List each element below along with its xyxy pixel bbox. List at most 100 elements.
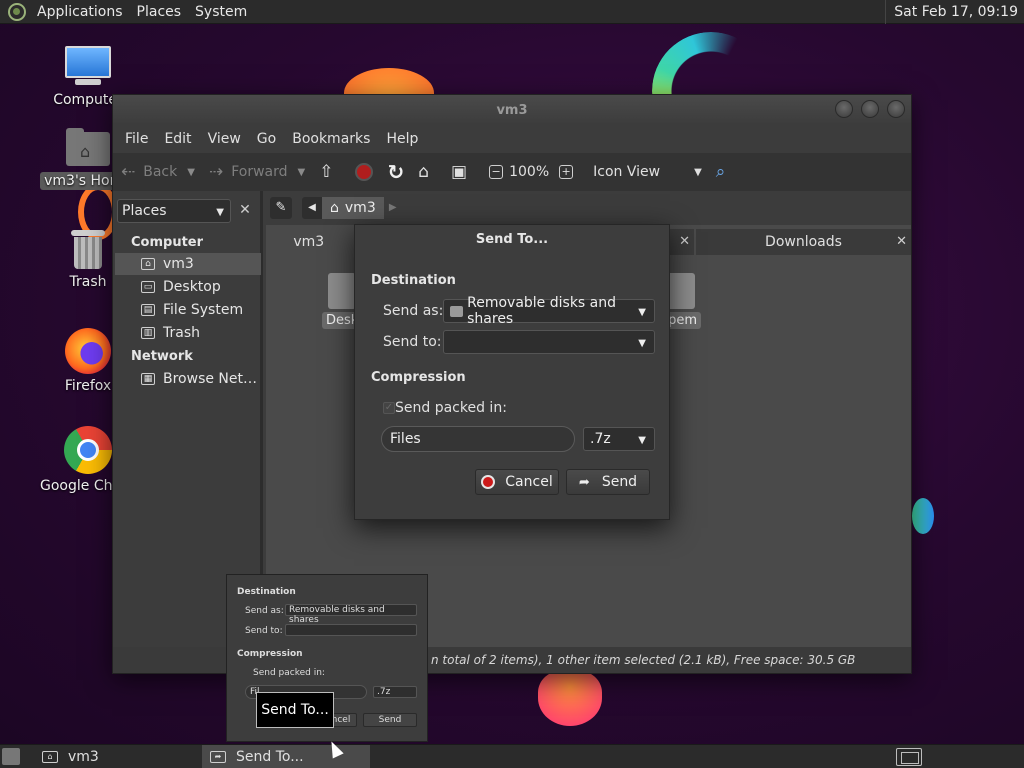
- top-panel: Applications Places System Sat Feb 17, 0…: [0, 0, 1024, 24]
- forward-button[interactable]: ⇢ Forward ▼: [209, 162, 305, 182]
- sidebar-item-file-system[interactable]: ▤ File System: [115, 299, 261, 321]
- archive-name-input[interactable]: Files: [381, 426, 575, 452]
- preview-send-to: Send to:: [245, 626, 283, 636]
- workspace-switcher[interactable]: [896, 748, 922, 766]
- home-button[interactable]: ⌂: [418, 162, 437, 182]
- send-icon: ➦: [210, 751, 226, 763]
- window-titlebar[interactable]: vm3: [113, 95, 911, 125]
- sidebar-item-browse-network[interactable]: ▦ Browse Net…: [115, 368, 261, 390]
- menu-help[interactable]: Help: [378, 131, 426, 147]
- menu-view[interactable]: View: [200, 131, 249, 147]
- clock[interactable]: Sat Feb 17, 09:19: [885, 0, 1018, 24]
- chevron-down-icon[interactable]: ▼: [187, 167, 195, 178]
- folder-icon: [328, 273, 357, 309]
- preview-send-as: Send as:: [245, 606, 284, 616]
- destination-header: Destination: [371, 273, 456, 288]
- send-label: Send: [601, 474, 638, 490]
- menu-go[interactable]: Go: [249, 131, 284, 147]
- send-icon: ➦: [578, 474, 590, 490]
- taskbar-item-send-to[interactable]: ➦ Send To...: [202, 745, 370, 768]
- view-mode-label: Icon View: [593, 164, 661, 180]
- zoom-level: 100%: [509, 164, 550, 180]
- location-bar: ✎ ◀ ⌂ vm3 ▶: [266, 191, 911, 225]
- sidebar-item-label: Trash: [163, 325, 200, 341]
- firefox-icon: [65, 328, 111, 374]
- dialog-title[interactable]: Send To...: [355, 225, 669, 255]
- archive-format-value: .7z: [590, 431, 611, 447]
- tab-vm3[interactable]: vm3: [266, 229, 352, 255]
- drive-icon: ▤: [141, 304, 155, 316]
- reload-button[interactable]: ↻: [387, 160, 404, 184]
- applications-menu[interactable]: Applications: [30, 4, 130, 20]
- minimize-button[interactable]: [835, 100, 853, 118]
- sidebar-item-vm3[interactable]: ⌂ vm3: [115, 253, 261, 275]
- preview-send-packed: Send packed in:: [253, 668, 325, 678]
- stop-button[interactable]: [355, 163, 374, 181]
- send-button[interactable]: ➦ Send: [566, 469, 650, 495]
- breadcrumb-next-icon[interactable]: ▶: [384, 197, 402, 219]
- archive-format-select[interactable]: .7z ▼: [583, 427, 655, 451]
- send-to-label: Send to:: [383, 334, 442, 350]
- bottom-panel: ⌂ vm3 ➦ Send To...: [0, 744, 1024, 768]
- panel-menu: Applications Places System: [30, 0, 254, 24]
- chevron-down-icon[interactable]: ▼: [298, 167, 306, 178]
- reload-icon: ↻: [387, 160, 405, 184]
- breadcrumb-prev-icon[interactable]: ◀: [302, 197, 322, 219]
- view-mode-select[interactable]: Icon View ▼: [593, 164, 702, 180]
- home-folder-icon: ⌂: [42, 751, 58, 763]
- system-menu[interactable]: System: [188, 4, 254, 20]
- breadcrumb-vm3[interactable]: ⌂ vm3: [322, 197, 384, 219]
- close-tab-icon[interactable]: ✕: [896, 234, 907, 249]
- wallpaper-shape: [538, 670, 602, 726]
- menu-bookmarks[interactable]: Bookmarks: [284, 131, 378, 147]
- show-desktop-icon[interactable]: [2, 748, 20, 765]
- menu-logo-icon[interactable]: [8, 2, 26, 21]
- send-to-select[interactable]: ▼: [443, 330, 655, 354]
- chevron-down-icon: ▼: [638, 338, 646, 349]
- home-icon: ⌂: [330, 200, 339, 216]
- wallpaper-shape: [912, 498, 934, 534]
- back-button[interactable]: ⇠ Back ▼: [121, 162, 195, 182]
- sidebar-item-desktop[interactable]: ▭ Desktop: [115, 276, 261, 298]
- close-tab-icon[interactable]: ✕: [679, 234, 690, 249]
- up-button[interactable]: ⇧: [319, 162, 341, 182]
- send-as-label: Send as:: [383, 303, 444, 319]
- menubar: File Edit View Go Bookmarks Help: [113, 125, 911, 153]
- trash-icon: [71, 228, 105, 270]
- preview-send: Send: [363, 713, 417, 727]
- chevron-down-icon: ▼: [638, 307, 646, 318]
- sidebar-selector-label: Places: [122, 203, 167, 219]
- send-packed-checkbox[interactable]: ✓: [383, 402, 395, 414]
- sidebar-item-trash[interactable]: ▥ Trash: [115, 322, 261, 344]
- zoom-control: − 100% +: [489, 164, 579, 180]
- cancel-button[interactable]: Cancel: [475, 469, 559, 495]
- sidebar-item-label: File System: [163, 302, 244, 318]
- compression-header: Compression: [371, 370, 466, 385]
- send-as-select[interactable]: Removable disks and shares ▼: [443, 295, 655, 327]
- places-menu[interactable]: Places: [130, 4, 189, 20]
- send-as-value: Removable disks and shares: [467, 295, 617, 327]
- close-sidebar-icon[interactable]: ✕: [235, 199, 255, 223]
- desktop-icon: ▭: [141, 281, 155, 293]
- window-title: vm3: [496, 102, 528, 118]
- send-to-dialog: Send To... Destination Send as: Removabl…: [354, 224, 670, 520]
- search-button[interactable]: ⌕: [716, 162, 734, 182]
- trash-icon: ▥: [141, 327, 155, 339]
- network-icon: ▦: [141, 373, 155, 385]
- sidebar-selector[interactable]: Places ▼: [117, 199, 231, 223]
- taskbar-item-label: Send To...: [236, 749, 304, 765]
- search-icon: ⌕: [715, 162, 726, 182]
- preview-destination: Destination: [237, 587, 296, 597]
- sidebar-item-label: vm3: [163, 256, 194, 272]
- zoom-in-icon[interactable]: +: [559, 165, 574, 179]
- menu-file[interactable]: File: [117, 131, 156, 147]
- menu-edit[interactable]: Edit: [156, 131, 199, 147]
- cancel-icon: [481, 475, 496, 489]
- computer-button[interactable]: ▣: [451, 162, 475, 182]
- tab-downloads[interactable]: Downloads ✕: [696, 229, 911, 255]
- edit-location-icon[interactable]: ✎: [270, 197, 292, 219]
- zoom-out-icon[interactable]: −: [489, 165, 504, 179]
- close-button[interactable]: [887, 100, 905, 118]
- maximize-button[interactable]: [861, 100, 879, 118]
- taskbar-item-vm3[interactable]: ⌂ vm3: [34, 745, 200, 768]
